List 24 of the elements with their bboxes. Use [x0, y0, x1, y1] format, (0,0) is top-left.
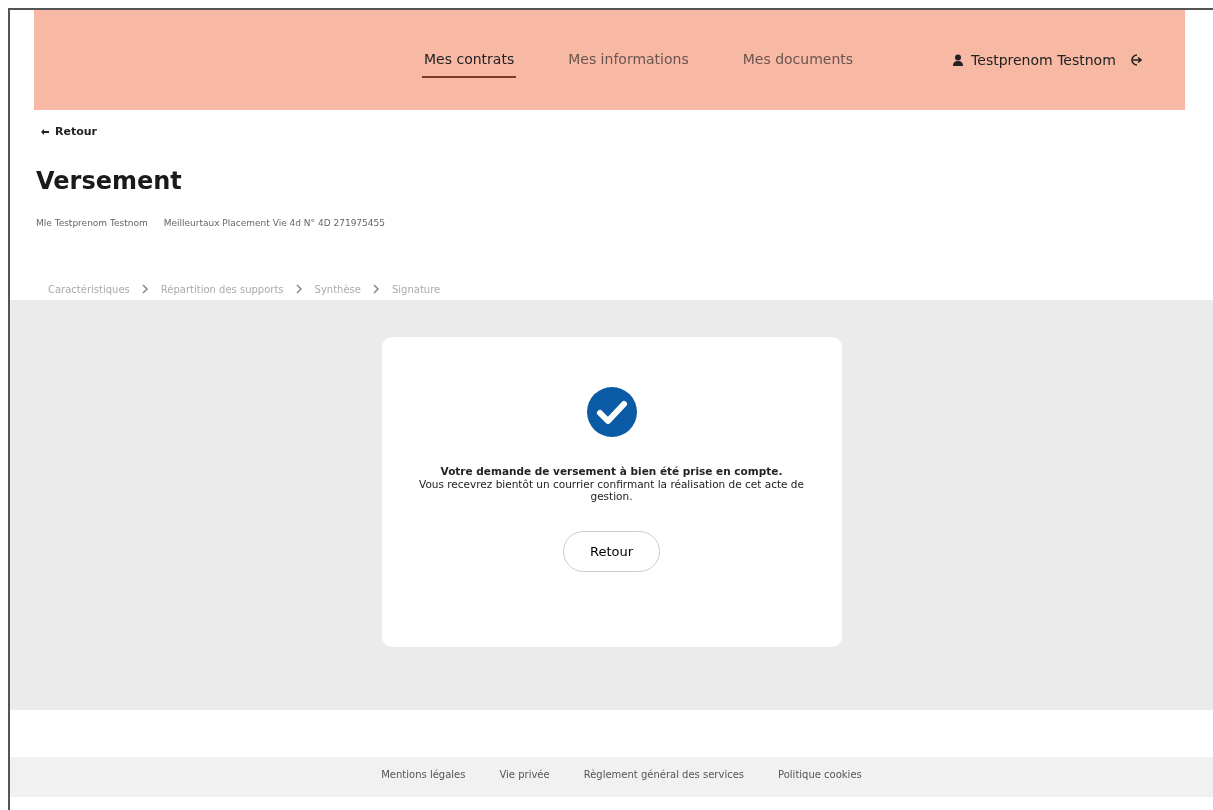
user-name[interactable]: Testprenom Testnom — [971, 49, 1116, 71]
chevron-right-icon — [295, 284, 303, 294]
footer-link[interactable]: Mentions légales — [381, 767, 466, 797]
footer-link[interactable]: Vie privée — [499, 767, 550, 797]
footer-link[interactable]: Politique cookies — [778, 767, 862, 797]
step-label: Répartition des supports — [160, 282, 284, 297]
footer-link[interactable]: Règlement général des services — [583, 767, 745, 797]
subtitle-text: Meilleurtaux Placement Vie 4d N° 4D 271975455 — [163, 216, 385, 230]
back-button[interactable]: Retour — [562, 530, 661, 573]
step-label: Signature — [391, 282, 441, 297]
back-link[interactable]: Retour — [40, 124, 97, 141]
chevron-right-icon — [372, 284, 380, 294]
check-icon — [586, 387, 637, 437]
nav-tab[interactable]: Mes contrats — [422, 42, 517, 78]
step-label: Synthèse — [314, 282, 361, 297]
user-icon — [953, 54, 964, 66]
step-label: Caractéristiques — [48, 282, 130, 297]
chevron-right-icon — [141, 284, 149, 294]
subtitle-text: Mle Testprenom Testnom — [36, 216, 148, 230]
confirmation-message: Votre demande de versement à bien été prise en compte. Vous recevrez bientôt un courrier confirmant la réalisation de cet acte de gestion. — [418, 465, 805, 503]
page-title: Versement — [36, 165, 183, 197]
nav-tab[interactable]: Mes documents — [740, 42, 856, 78]
arrow-left-icon — [40, 128, 49, 137]
nav-tab[interactable]: Mes informations — [566, 42, 691, 78]
